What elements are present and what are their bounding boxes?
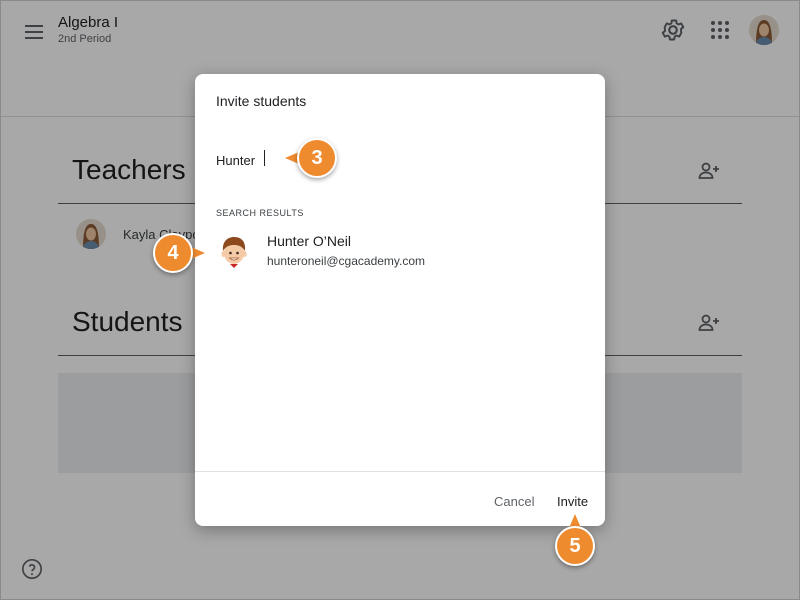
cancel-button[interactable]: Cancel — [494, 494, 534, 509]
step-3-callout: 3 — [297, 138, 337, 178]
search-results-label: SEARCH RESULTS — [216, 208, 304, 218]
step-4-callout: 4 — [153, 233, 193, 273]
step-5-callout: 5 — [555, 526, 595, 566]
callout-4-pointer — [191, 247, 205, 259]
dialog-divider — [195, 471, 605, 472]
invite-students-dialog: Invite students SEARCH RESULTS Hunter O’… — [195, 74, 605, 526]
result-name: Hunter O’Neil — [267, 233, 352, 249]
student-avatar — [221, 237, 247, 272]
result-email: hunteroneil@cgacademy.com — [267, 254, 426, 268]
dialog-title: Invite students — [216, 93, 307, 109]
invite-button[interactable]: Invite — [557, 494, 588, 509]
search-input[interactable] — [216, 150, 466, 170]
search-result-item[interactable]: Hunter O’Neil hunteroneil@cgacademy.com — [215, 230, 585, 272]
text-cursor — [264, 150, 265, 166]
